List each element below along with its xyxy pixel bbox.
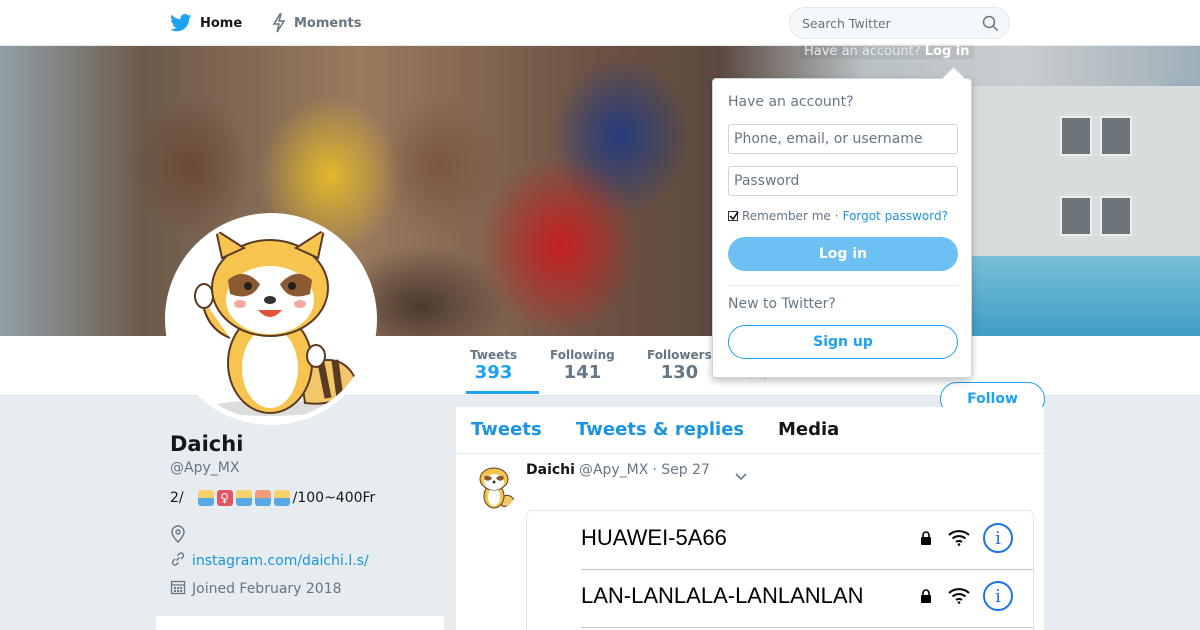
login-prompt-link[interactable]: Log in	[925, 44, 970, 59]
calendar-icon	[170, 579, 186, 599]
stat-following[interactable]: Following 141	[550, 348, 615, 383]
stat-followers[interactable]: Followers 130	[647, 348, 712, 383]
wifi-divider	[581, 627, 1033, 628]
profile-name[interactable]: Daichi	[170, 432, 243, 456]
wifi-icon	[948, 530, 970, 550]
wifi-network-row: HUAWEI-5A66 i	[527, 511, 1033, 569]
profile-bio: 2/ ♀ /100~400Fr	[170, 490, 375, 506]
stat-value: 141	[563, 362, 602, 383]
info-icon: i	[983, 581, 1013, 611]
login-heading: Have an account?	[728, 94, 854, 110]
tab-tweets[interactable]: Tweets	[471, 419, 542, 440]
login-prompt-text: Have an account?	[804, 44, 921, 59]
stat-value: 130	[660, 362, 699, 383]
password-field[interactable]: Password	[728, 166, 958, 196]
signup-heading: New to Twitter?	[728, 296, 836, 312]
profile-handle: @Apy_MX	[170, 460, 240, 476]
username-placeholder: Phone, email, or username	[734, 131, 923, 147]
signup-button[interactable]: Sign up	[728, 325, 958, 359]
stat-label: Following	[550, 348, 615, 362]
link-icon	[170, 551, 186, 571]
lightning-icon	[272, 13, 286, 33]
swimmer-emoji-icon	[254, 490, 271, 506]
timeline: Tweets Tweets & replies Media Daichi @Ap…	[456, 407, 1044, 630]
location-icon	[170, 525, 186, 547]
stat-tweets[interactable]: Tweets 393	[465, 348, 540, 394]
remember-me-label[interactable]: Remember me	[742, 209, 831, 223]
raccoon-avatar-illustration	[170, 218, 372, 420]
login-button[interactable]: Log in	[728, 237, 958, 271]
lock-icon	[920, 531, 932, 550]
profile-link-row: instagram.com/daichi.l.s/	[170, 551, 369, 571]
timeline-tabs: Tweets Tweets & replies Media	[456, 407, 1044, 454]
wifi-ssid: HUAWEI-5A66	[581, 525, 727, 550]
username-field[interactable]: Phone, email, or username	[728, 124, 958, 154]
profile-joined-row: Joined February 2018	[170, 579, 342, 599]
tweet-date[interactable]: · Sep 27	[652, 462, 710, 478]
left-sidebar-card	[156, 616, 444, 630]
banner-pool	[960, 256, 1200, 336]
banner-window	[1100, 116, 1132, 156]
dropdown-divider	[728, 285, 958, 286]
banner-window	[1100, 196, 1132, 236]
nav-home-label: Home	[200, 15, 243, 31]
tweet-avatar[interactable]	[470, 462, 518, 510]
info-icon: i	[983, 523, 1013, 553]
nav-moments-label: Moments	[294, 15, 362, 31]
stat-value: 393	[474, 362, 513, 383]
twitter-bird-icon	[170, 14, 192, 32]
tweet-author-name[interactable]: Daichi	[526, 462, 575, 478]
forgot-password-link[interactable]: Forgot password?	[843, 209, 948, 223]
chevron-down-icon[interactable]	[734, 467, 748, 486]
tab-tweets-replies[interactable]: Tweets & replies	[576, 419, 744, 440]
login-prompt[interactable]: Have an account? Log in	[800, 44, 974, 59]
profile-website-link[interactable]: instagram.com/daichi.l.s/	[192, 553, 369, 569]
top-nav-bar: Home Moments Search Twitter	[0, 0, 1200, 46]
profile-location	[170, 525, 186, 547]
tweet[interactable]: Daichi @Apy_MX · Sep 27 HUAWEI-5A66 i LA…	[456, 454, 1044, 630]
tweet-media-image[interactable]: HUAWEI-5A66 i LAN-LANLALA-LANLANLAN i	[526, 510, 1034, 630]
swimmer-emoji-icon	[197, 490, 214, 506]
raccoon-avatar-small	[470, 462, 518, 510]
lock-icon	[920, 589, 932, 608]
wifi-ssid: LAN-LANLALA-LANLANLAN	[581, 583, 864, 608]
password-placeholder: Password	[734, 173, 800, 189]
stat-label: Tweets	[470, 348, 518, 362]
tab-media[interactable]: Media	[778, 419, 839, 440]
swimmer-emoji-icon	[235, 490, 252, 506]
nav-moments[interactable]: Moments	[272, 0, 361, 46]
search-placeholder: Search Twitter	[802, 15, 891, 31]
bio-suffix: /100~400Fr	[292, 490, 376, 506]
avatar[interactable]	[165, 213, 377, 425]
tweet-author-handle[interactable]: @Apy_MX	[579, 462, 648, 478]
nav-home[interactable]: Home	[170, 0, 242, 46]
bio-prefix: 2/	[170, 490, 184, 506]
banner-window	[1060, 196, 1092, 236]
tweet-header: Daichi @Apy_MX · Sep 27	[526, 462, 710, 478]
remember-me-checkbox[interactable]	[728, 211, 739, 221]
swimmer-emoji-icon	[273, 490, 290, 506]
wifi-icon	[948, 588, 970, 608]
stat-label: Followers	[647, 348, 712, 362]
banner-window	[1060, 116, 1092, 156]
female-sign-emoji-icon: ♀	[216, 490, 233, 506]
login-dropdown: Have an account? Phone, email, or userna…	[712, 78, 972, 378]
search-input[interactable]: Search Twitter	[789, 7, 1010, 39]
search-icon[interactable]	[982, 15, 999, 35]
remember-separator: ·	[834, 209, 839, 223]
profile-joined: Joined February 2018	[192, 581, 342, 597]
remember-row: Remember me · Forgot password?	[728, 209, 948, 223]
wifi-network-row: LAN-LANLALA-LANLANLAN i	[527, 569, 1033, 627]
